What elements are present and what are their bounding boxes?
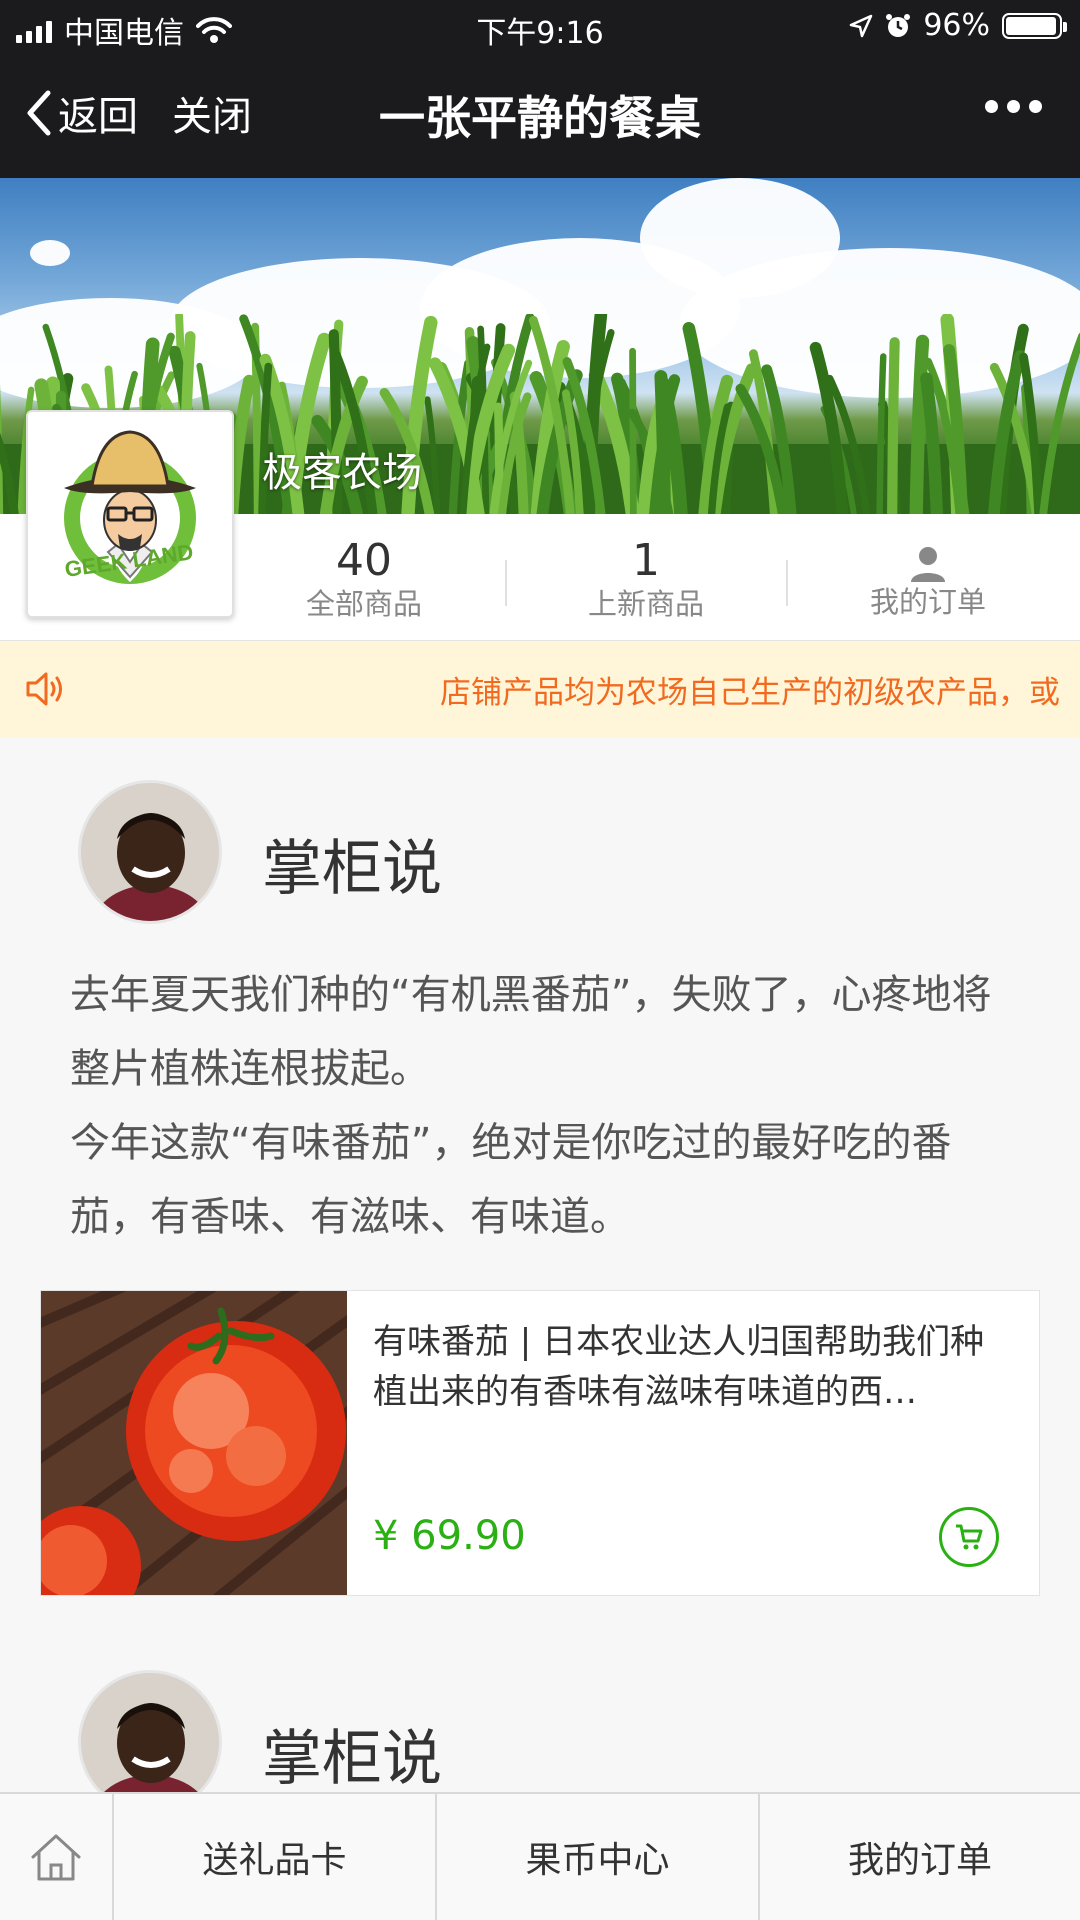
user-icon [911, 547, 945, 582]
tab-coin-center[interactable]: 果币中心 [435, 1794, 758, 1920]
location-icon [850, 14, 873, 37]
nav-bar: 返回 关闭 一张平静的餐桌 [0, 54, 1080, 178]
status-bar: 中国电信 下午9:16 96% [0, 0, 1080, 54]
page-title: 一张平静的餐桌 [379, 91, 701, 145]
bottom-tab-bar: 送礼品卡 果币中心 我的订单 [0, 1792, 1080, 1920]
tab-home[interactable] [0, 1794, 112, 1920]
avatar [78, 780, 222, 924]
battery-fill [1006, 16, 1056, 35]
signal-icon [16, 17, 52, 43]
stat-value: 1 [632, 535, 660, 586]
alarm-icon [886, 13, 911, 37]
carrier-label: 中国电信 [64, 16, 184, 51]
back-button[interactable]: 返回 [24, 84, 138, 142]
divider [505, 560, 507, 606]
status-left: 中国电信 [16, 8, 232, 52]
chevron-left-icon [27, 90, 51, 136]
product-title: 有味番茄 | 日本农业达人归国帮助我们种植出来的有香味有滋味有味道的西… [373, 1322, 985, 1412]
post-author: 掌柜说 [262, 834, 442, 904]
back-label: 返回 [58, 94, 138, 140]
battery-icon [1002, 12, 1067, 39]
tab-my-orders[interactable]: 我的订单 [758, 1794, 1080, 1920]
product-price: ¥ 69.90 [373, 1513, 526, 1559]
post-paragraph: 今年这款“有味番茄”，绝对是你吃过的最好吃的番茄，有香味、有滋味、有味道。 [70, 1120, 952, 1240]
cart-icon[interactable] [939, 1507, 999, 1567]
divider [786, 560, 788, 606]
wifi-icon [196, 17, 232, 43]
shop-name: 极客农场 [262, 450, 422, 496]
tab-gift-card[interactable]: 送礼品卡 [112, 1794, 435, 1920]
more-icon[interactable] [985, 100, 1042, 113]
product-image [41, 1291, 347, 1595]
notice-bar[interactable]: 店铺产品均为农场自己生产的初级农产品，或 [0, 641, 1080, 737]
stat-label: 我的订单 [869, 585, 986, 619]
stat-value: 40 [336, 535, 392, 586]
stat-label: 上新商品 [587, 587, 704, 621]
stat-my-orders[interactable]: 我的订单 [808, 514, 1048, 640]
stat-label: 全部商品 [305, 587, 422, 621]
home-icon [31, 1834, 81, 1881]
battery-percent: 96% [923, 8, 990, 43]
shop-logo: GEEK LAND [26, 410, 234, 618]
geek-land-logo: GEEK LAND [63, 430, 196, 584]
notice-text: 店铺产品均为农场自己生产的初级农产品，或 [440, 675, 1060, 711]
stat-all-products[interactable]: 40 全部商品 [244, 514, 484, 640]
stat-new-products[interactable]: 1 上新商品 [526, 514, 766, 640]
close-button[interactable]: 关闭 [172, 84, 252, 142]
post-text: 去年夏天我们种的“有机黑番茄”，失败了，心疼地将整片植株连根拔起。 今年这款“有… [70, 958, 1020, 1254]
status-right: 96% [849, 8, 1067, 43]
product-card[interactable]: 有味番茄 | 日本农业达人归国帮助我们种植出来的有香味有滋味有味道的西… ¥ 6… [40, 1290, 1040, 1596]
post-author: 掌柜说 [262, 1724, 442, 1794]
post-paragraph: 去年夏天我们种的“有机黑番茄”，失败了，心疼地将整片植株连根拔起。 [70, 972, 992, 1092]
speaker-icon [26, 672, 62, 706]
